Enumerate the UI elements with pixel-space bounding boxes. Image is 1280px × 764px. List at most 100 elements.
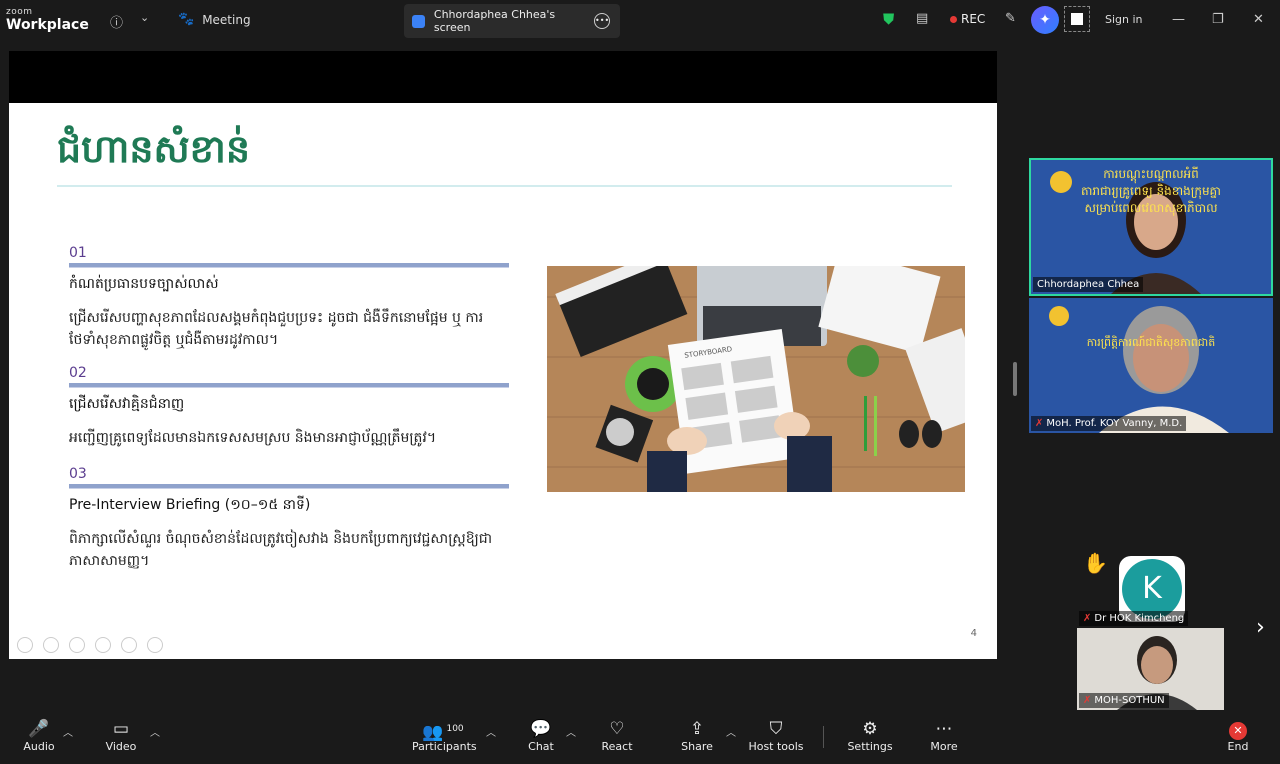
participants-count: 100 [446, 724, 464, 734]
chat-options-caret[interactable]: ︿ [566, 724, 576, 739]
panel-resize-handle[interactable] [1013, 362, 1017, 396]
signin-link[interactable]: Sign in [1105, 13, 1143, 26]
ai-companion-icon[interactable]: ✦ [1031, 6, 1059, 34]
logo-small-text: zoom [6, 7, 33, 17]
layout-square [1071, 13, 1083, 25]
shared-screen: ជំហានសំខាន់ 01 កំណត់ប្រធានបទច្បាស់លាស់ ជ… [9, 51, 997, 659]
gear-icon: ⚙ [862, 719, 878, 739]
chevron-down-icon[interactable]: ⌄ [140, 11, 149, 24]
video-options-caret[interactable]: ︿ [150, 724, 160, 739]
share-button[interactable]: ⇪ Share [680, 718, 714, 753]
video-tile-koy-vanny[interactable]: ការព្រឹត្តិការណ៍ជាតិសុខភាពជាតិ ✗ MoH. Pro… [1029, 298, 1273, 433]
slide-title: ជំហានសំខាន់ [57, 126, 250, 171]
video-feed [1029, 298, 1273, 433]
share-screen-icon: ⇪ [689, 719, 705, 739]
meeting-label: Meeting [202, 12, 251, 27]
raised-hand-icon: ✋ [1083, 551, 1108, 575]
item-divider [69, 263, 509, 268]
item-divider [69, 383, 509, 388]
pen-icon[interactable]: ✎ [1005, 11, 1016, 26]
prev-slide-icon[interactable] [17, 637, 33, 653]
item-number: 01 [69, 245, 87, 261]
share-label: Share [681, 740, 713, 753]
settings-button[interactable]: ⚙ Settings [846, 718, 894, 753]
logo-name: Workplace [6, 17, 89, 33]
video-label: Video [105, 740, 137, 753]
storyboard-photo: STORYBOARD [547, 266, 965, 492]
chat-icon: 💬 [530, 719, 552, 739]
presentation-slide: ជំហានសំខាន់ 01 កំណត់ប្រធានបទច្បាស់លាស់ ជ… [9, 103, 997, 659]
chevron-right-icon[interactable]: › [1256, 615, 1265, 640]
slide-item-1: 01 កំណត់ប្រធានបទច្បាស់លាស់ ជ្រើសរើសបញ្ហា… [69, 245, 509, 351]
end-icon: ✕ [1222, 718, 1254, 740]
item-divider [69, 484, 509, 489]
item-description: ជ្រើសរើសបញ្ហាសុខភាពដែលសង្គមកំពុងជួបប្រទះ… [69, 310, 484, 348]
close-icon[interactable]: ✕ [1253, 12, 1264, 27]
mic-muted-icon: 🎤 [28, 719, 50, 739]
pen-tool-icon[interactable] [69, 637, 85, 653]
zoom-icon[interactable] [121, 637, 137, 653]
screen-tab-label: Chhordaphea Chhea's screen [433, 8, 556, 34]
audio-label: Audio [23, 740, 55, 753]
mic-muted-icon: ✗ [1035, 418, 1044, 429]
heart-icon: ♡ [609, 719, 625, 739]
host-tools-button[interactable]: ⛉ Host tools [748, 718, 804, 753]
item-heading: កំណត់ប្រធានបទច្បាស់លាស់ [69, 276, 219, 292]
audio-options-caret[interactable]: ︿ [63, 724, 73, 739]
notes-icon[interactable]: ▤ [916, 11, 928, 26]
video-tile-moh-sothun[interactable]: ✗ MOH-SOTHUN [1077, 628, 1224, 710]
chat-button[interactable]: 💬 Chat [526, 718, 556, 753]
host-shield-icon: ⛉ [769, 719, 783, 739]
more-label: More [930, 740, 958, 753]
minimize-icon[interactable]: — [1172, 12, 1185, 27]
participants-label: Participants [412, 740, 477, 753]
restore-icon[interactable]: ❐ [1212, 12, 1224, 27]
shield-icon[interactable]: ⛊ [883, 10, 894, 28]
share-options-caret[interactable]: ︿ [726, 724, 736, 739]
more-dots-icon: ⋯ [935, 719, 953, 739]
rec-dot-icon [950, 15, 957, 23]
participant-name: MoH. Prof. KOY Vanny, M.D. [1046, 418, 1183, 429]
item-description: អញ្ជើញគ្រូពេទ្យដែលមានឯកទេសសមស្រប និងមានអ… [69, 430, 437, 446]
end-x-glyph: ✕ [1229, 722, 1247, 740]
participant-name-badge: ✗ MoH. Prof. KOY Vanny, M.D. [1031, 416, 1187, 431]
slide-controls [17, 637, 163, 653]
participant-name-badge: ✗ Dr HOK Kimcheng [1079, 611, 1189, 626]
more-options-icon[interactable] [147, 637, 163, 653]
app-logo: zoom Workplace [6, 7, 89, 33]
next-slide-icon[interactable] [43, 637, 59, 653]
video-button[interactable]: ▭ Video [104, 718, 138, 753]
settings-label: Settings [847, 740, 893, 753]
meeting-toolbar: 🎤 Audio ︿ ▭ Video ︿ 👥 100 Participants ︿ … [0, 710, 1280, 764]
slide-item-3: 03 Pre-Interview Briefing (១០–១៥ នាទី) ព… [69, 466, 509, 572]
end-label: End [1227, 740, 1249, 753]
recording-indicator[interactable]: REC [950, 12, 985, 26]
item-description: ពិភាក្សាលើសំណួរ ចំណុចសំខាន់ដែលត្រូវចៀសវា… [69, 531, 493, 569]
participants-icon: 👥 100 [422, 722, 464, 743]
video-tile-chhordaphea[interactable]: ការបណ្តុះបណ្តាលអំពី តារាជារ្យគ្រូពេទ្យ ន… [1029, 158, 1273, 296]
name-tag-hok-kimcheng: ✗ Dr HOK Kimcheng [1079, 609, 1191, 626]
screen-share-tab[interactable]: Chhordaphea Chhea's screen ••• [404, 4, 620, 38]
toolbar-separator [823, 726, 824, 748]
layout-icon[interactable] [1064, 6, 1090, 32]
storyboard-illustration: STORYBOARD [547, 266, 965, 492]
participants-button[interactable]: 👥 100 Participants [412, 718, 477, 753]
participants-options-caret[interactable]: ︿ [486, 724, 496, 739]
item-number: 03 [69, 466, 87, 482]
info-icon[interactable]: ⓘ [110, 12, 123, 31]
mic-muted-icon: ✗ [1083, 613, 1092, 624]
mic-muted-icon: ✗ [1083, 695, 1092, 706]
react-button[interactable]: ♡ React [600, 718, 634, 753]
title-bar: zoom Workplace ⓘ ⌄ 🐾 Meeting Chhordaphea… [0, 0, 1280, 42]
audio-button[interactable]: 🎤 Audio [22, 718, 56, 753]
participant-name: Dr HOK Kimcheng [1094, 613, 1185, 624]
participant-name-badge: ✗ MOH-SOTHUN [1079, 693, 1169, 708]
meeting-button[interactable]: 🐾 Meeting [178, 12, 251, 27]
end-button[interactable]: ✕ End [1222, 718, 1254, 753]
host-tools-label: Host tools [748, 740, 804, 753]
more-icon[interactable]: ••• [594, 13, 610, 29]
video-icon: ▭ [112, 719, 130, 739]
screen-share-icon [412, 14, 425, 28]
slides-grid-icon[interactable] [95, 637, 111, 653]
more-button[interactable]: ⋯ More [926, 718, 962, 753]
